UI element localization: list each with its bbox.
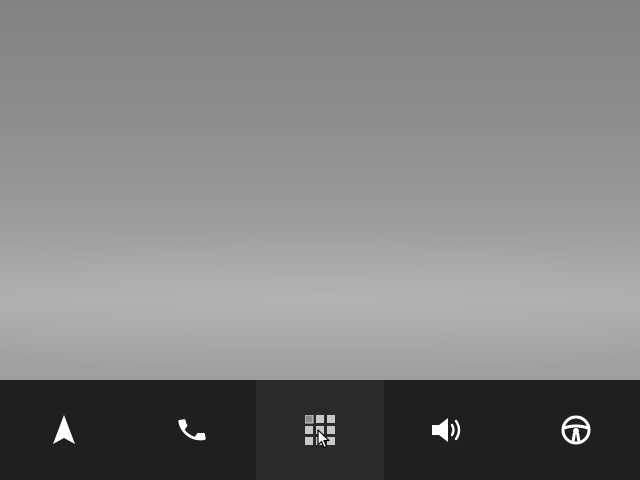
navigation-arrow-icon <box>53 415 75 444</box>
steering-wheel-icon <box>561 415 591 445</box>
dock-item-navigation[interactable] <box>0 380 128 480</box>
volume-icon <box>432 418 461 442</box>
dock-item-apps[interactable] <box>256 380 384 480</box>
wallpaper <box>0 0 640 380</box>
dock-item-vehicle[interactable] <box>512 380 640 480</box>
bottom-dock <box>0 380 640 480</box>
dock-item-phone[interactable] <box>128 380 256 480</box>
app-grid-icon <box>305 415 335 445</box>
phone-icon <box>178 419 206 441</box>
home-screen <box>0 0 640 480</box>
dock-item-audio[interactable] <box>384 380 512 480</box>
